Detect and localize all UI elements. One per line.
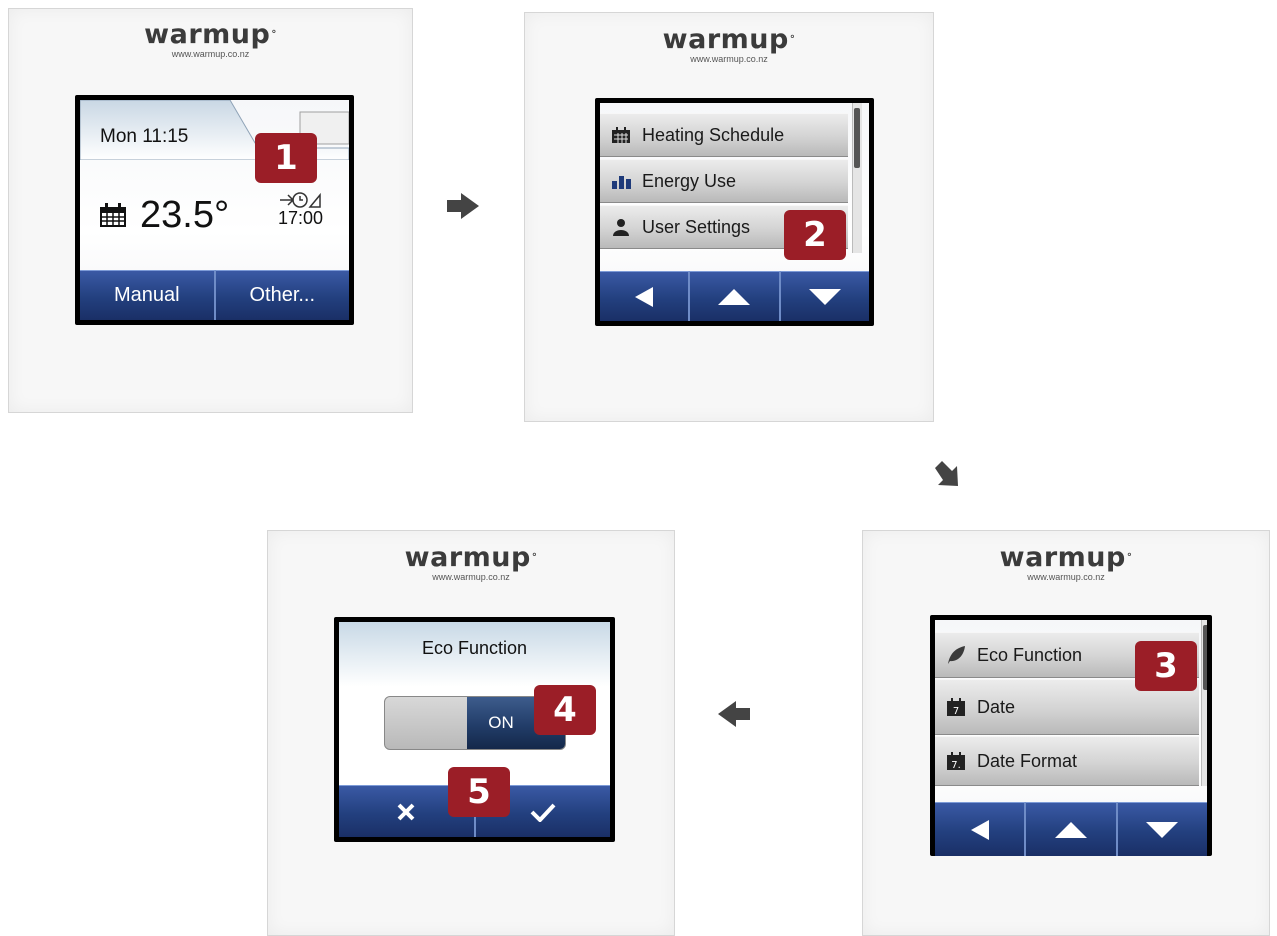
bar-chart-icon	[610, 173, 632, 189]
down-button[interactable]	[1117, 802, 1207, 856]
brand-url: www.warmup.co.nz	[171, 49, 250, 59]
logo: warmup° www.warmup.co.nz	[525, 26, 933, 65]
step-badge-5: 5	[448, 767, 510, 817]
menu-scrollbar[interactable]	[852, 103, 862, 253]
brand-url: www.warmup.co.nz	[690, 54, 768, 64]
menu-scrollbar[interactable]	[1201, 620, 1207, 786]
step-badge-4: 4	[534, 685, 596, 735]
menu-item-label: Eco Function	[977, 644, 1083, 665]
brand-url: www.warmup.co.nz	[1027, 572, 1105, 582]
calendar-icon	[98, 201, 128, 234]
logo: warmup° www.warmup.co.nz	[268, 544, 674, 583]
menu-item-label: User Settings	[642, 216, 751, 237]
step-badge-1: 1	[255, 133, 317, 183]
menu-item-heating-schedule[interactable]: Heating Schedule	[600, 113, 848, 157]
thermostat-home-panel: warmup° www.warmup.co.nz Mon 11:15 23.5°…	[8, 8, 413, 413]
calendar-day-icon: 7	[945, 697, 967, 717]
calendar-format-icon: 7.	[945, 751, 967, 771]
brand-name: warmup	[999, 542, 1126, 573]
scroll-thumb[interactable]	[1203, 625, 1207, 690]
svg-text:7: 7	[953, 706, 959, 717]
down-button[interactable]	[780, 271, 869, 321]
menu-item-label: Energy Use	[642, 170, 737, 191]
arrow-right-icon	[447, 193, 479, 219]
calendar-icon	[610, 126, 632, 144]
leaf-icon	[945, 645, 967, 665]
brand-name: warmup	[144, 19, 271, 50]
other-button[interactable]: Other...	[215, 270, 349, 320]
day-time: Mon 11:15	[100, 126, 189, 147]
toggle-label: ON	[488, 713, 514, 732]
back-button[interactable]	[600, 271, 691, 321]
scroll-thumb[interactable]	[854, 108, 860, 168]
thermostat-menu-panel: warmup° www.warmup.co.nz Heating Schedul…	[524, 12, 934, 422]
arrow-left-icon	[718, 701, 750, 727]
triangle-down-icon	[808, 288, 841, 305]
brand-name: warmup	[662, 24, 789, 55]
up-button[interactable]	[1026, 802, 1118, 856]
back-button[interactable]	[935, 802, 1027, 856]
thermostat-user-settings-panel: warmup° www.warmup.co.nz Eco Function 7 …	[862, 530, 1270, 936]
user-icon	[610, 218, 632, 236]
menu-item-label: Date	[977, 696, 1016, 717]
triangle-up-icon	[718, 288, 751, 305]
nav-button-bar	[935, 802, 1207, 856]
triangle-down-icon	[1146, 821, 1179, 838]
up-button[interactable]	[690, 271, 781, 321]
schedule-time: 17:00	[278, 208, 324, 228]
triangle-up-icon	[1054, 821, 1087, 838]
close-icon	[397, 803, 415, 820]
nav-button-bar	[600, 271, 869, 321]
screen-title: Eco Function	[421, 638, 528, 658]
brand-url: www.warmup.co.nz	[432, 572, 510, 582]
triangle-left-icon	[635, 286, 654, 307]
step-badge-2: 2	[784, 210, 846, 260]
check-icon	[530, 803, 556, 822]
menu-item-label: Heating Schedule	[642, 124, 785, 145]
logo: warmup° www.warmup.co.nz	[863, 544, 1269, 583]
home-button-bar: Manual Other...	[80, 270, 349, 320]
step-badge-3: 3	[1135, 641, 1197, 691]
home-screen: Mon 11:15 23.5° 17:00 Manual Other...	[75, 95, 354, 325]
logo: warmup° www.warmup.co.nz	[9, 21, 412, 60]
menu-item-energy-use[interactable]: Energy Use	[600, 159, 848, 203]
menu-item-label: Date Format	[977, 750, 1078, 771]
temperature: 23.5°	[140, 194, 230, 236]
arrow-down-right-icon	[935, 461, 958, 486]
brand-name: warmup	[404, 542, 531, 573]
svg-text:7.: 7.	[951, 760, 961, 771]
thermostat-eco-function-panel: warmup° www.warmup.co.nz Eco Function ON…	[267, 530, 675, 936]
menu-item-date-format[interactable]: 7. Date Format	[935, 736, 1199, 786]
manual-button[interactable]: Manual	[80, 270, 216, 320]
triangle-left-icon	[970, 819, 989, 840]
